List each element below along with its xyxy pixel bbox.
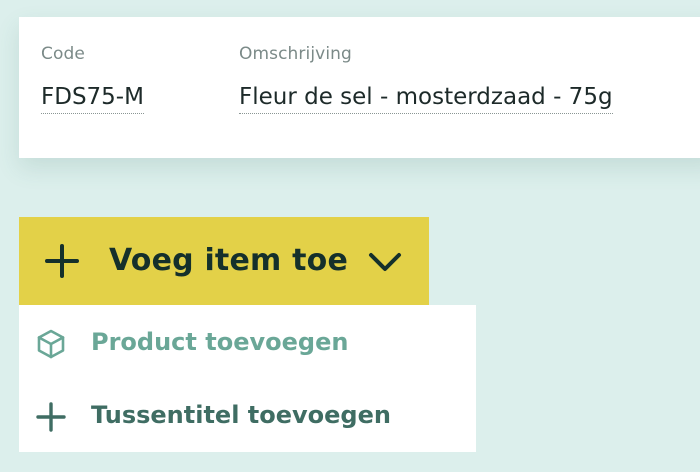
item-card: Code FDS75-M Omschrijving Fleur de sel -… bbox=[19, 17, 700, 158]
add-item-button[interactable]: Voeg item toe bbox=[19, 217, 429, 305]
menu-item-add-product[interactable]: Product toevoegen bbox=[19, 307, 476, 377]
chevron-down-icon[interactable] bbox=[368, 251, 402, 273]
description-field[interactable]: Omschrijving Fleur de sel - mosterdzaad … bbox=[239, 43, 613, 114]
description-value[interactable]: Fleur de sel - mosterdzaad - 75g bbox=[239, 83, 613, 114]
code-label: Code bbox=[41, 44, 85, 64]
add-product-label: Product toevoegen bbox=[91, 328, 349, 356]
add-item-dropdown: Product toevoegen Tussentitel toevoegen bbox=[19, 305, 476, 452]
add-subtitle-label: Tussentitel toevoegen bbox=[91, 401, 391, 429]
plus-icon bbox=[45, 244, 79, 278]
add-item-label: Voeg item toe bbox=[109, 243, 349, 278]
plus-icon bbox=[36, 402, 66, 432]
description-label: Omschrijving bbox=[239, 44, 352, 64]
code-field[interactable]: Code FDS75-M bbox=[41, 43, 144, 114]
box-icon bbox=[37, 329, 65, 359]
menu-item-add-subtitle[interactable]: Tussentitel toevoegen bbox=[19, 380, 476, 450]
code-value[interactable]: FDS75-M bbox=[41, 83, 144, 114]
